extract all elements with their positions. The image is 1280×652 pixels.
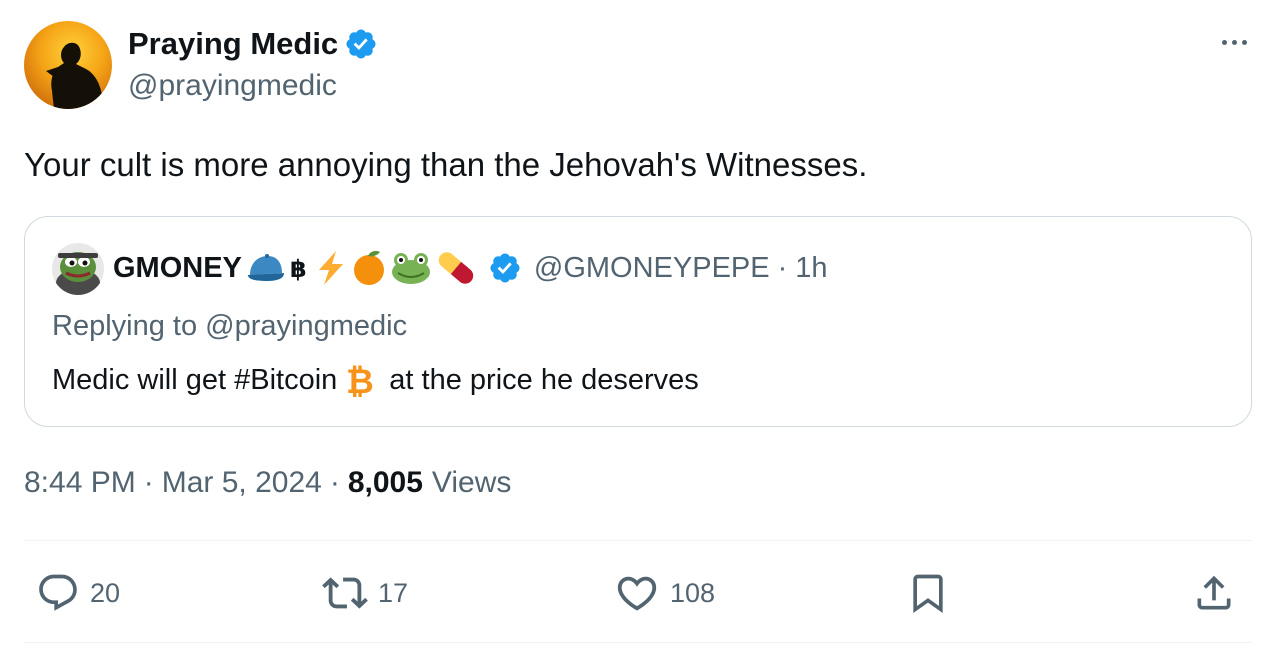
- repost-button[interactable]: 17: [322, 563, 408, 623]
- pepe-avatar-image: [52, 243, 104, 295]
- quoted-name-emojis: ฿: [246, 248, 480, 288]
- quoted-text-after: at the price he deserves: [389, 363, 699, 396]
- quoted-separator: ·: [777, 251, 788, 284]
- tweet-time[interactable]: 8:44 PM: [24, 466, 136, 500]
- like-button[interactable]: 108: [614, 563, 715, 623]
- meta-separator: ·: [143, 466, 154, 499]
- action-bar: 20 17 108: [24, 563, 1252, 623]
- bitcoin-symbol-icon: ฿: [290, 255, 307, 283]
- orange-emoji-icon: [353, 251, 384, 285]
- svg-text:฿: ฿: [290, 255, 307, 283]
- reply-count: 20: [90, 577, 121, 608]
- views-count: 8,005: [347, 466, 423, 499]
- pill-emoji-icon: [438, 252, 474, 284]
- divider: [24, 642, 1252, 643]
- quoted-author-avatar[interactable]: [52, 243, 104, 295]
- share-icon: [1197, 575, 1231, 610]
- heart-icon: [617, 576, 657, 611]
- quoted-tweet-text: Medic will get #Bitcoin ₿ at the price h…: [52, 361, 699, 399]
- tweet-meta: 8:44 PM · Mar 5, 2024 · 8,005 Views: [24, 466, 511, 500]
- bookmark-button[interactable]: [906, 563, 950, 623]
- tweet-text: Your cult is more annoying than the Jeho…: [24, 146, 868, 183]
- verified-badge-icon[interactable]: [344, 27, 378, 61]
- repost-count: 17: [378, 577, 409, 608]
- replying-to-label: Replying to: [52, 310, 206, 342]
- quoted-author-name[interactable]: GMONEY: [113, 252, 242, 285]
- like-count: 108: [670, 577, 716, 608]
- more-dot-icon: [1241, 39, 1247, 45]
- divider: [24, 540, 1252, 541]
- more-options-button[interactable]: [1210, 26, 1258, 58]
- author-name[interactable]: Praying Medic: [128, 26, 338, 62]
- author-avatar-image: [24, 21, 112, 109]
- quoted-replying-to: Replying to @prayingmedic: [52, 310, 407, 343]
- repost-icon: [322, 577, 368, 609]
- svg-text:₿: ₿: [346, 362, 374, 399]
- author-name-row[interactable]: Praying Medic: [128, 24, 378, 64]
- share-button[interactable]: [1192, 563, 1236, 623]
- replying-to-handle[interactable]: @prayingmedic: [205, 310, 407, 342]
- reply-icon: [39, 574, 77, 611]
- author-handle[interactable]: @prayingmedic: [128, 69, 337, 103]
- cap-emoji-icon: [247, 254, 284, 281]
- author-avatar[interactable]: [24, 21, 112, 109]
- bitcoin-emoji-icon: ₿: [346, 362, 374, 399]
- meta-separator: ·: [329, 466, 340, 499]
- quoted-text-before: Medic will get #Bitcoin: [52, 363, 338, 396]
- lightning-emoji-icon: [318, 251, 343, 285]
- reply-button[interactable]: 20: [36, 563, 120, 623]
- quoted-author-handle[interactable]: @GMONEYPEPE: [534, 252, 770, 285]
- views-label: Views: [431, 466, 512, 499]
- quoted-verified-badge-icon[interactable]: [488, 251, 522, 285]
- more-dot-icon: [1231, 39, 1237, 45]
- quoted-tweet-card[interactable]: GMONEY ฿ @GMONEYPEPE · 1h Replying to @p…: [24, 216, 1252, 427]
- quoted-header: GMONEY ฿ @GMONEYPEPE · 1h: [113, 247, 828, 289]
- more-dot-icon: [1221, 39, 1227, 45]
- frog-emoji-icon: [391, 253, 430, 284]
- tweet-date[interactable]: Mar 5, 2024: [162, 466, 322, 500]
- quoted-timestamp[interactable]: 1h: [795, 252, 827, 285]
- bookmark-icon: [913, 574, 943, 614]
